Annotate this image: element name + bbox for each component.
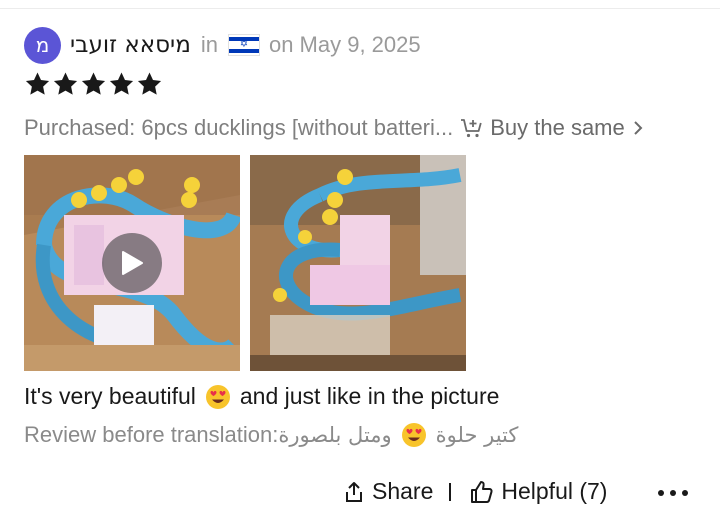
review-text: It's very beautiful and just like in the…	[24, 383, 499, 410]
in-label: in	[200, 32, 218, 57]
play-button[interactable]	[102, 233, 162, 293]
top-divider	[0, 0, 720, 9]
review-photo[interactable]	[250, 155, 466, 371]
purchased-variant: Purchased: 6pcs ducklings [without batte…	[24, 115, 454, 140]
purchased-line: Purchased: 6pcs ducklings [without batte…	[24, 113, 649, 143]
original-review-label: Review before translation:	[24, 422, 279, 447]
more-options-icon[interactable]	[658, 490, 688, 496]
star-icon	[81, 72, 106, 95]
helpful-button[interactable]: Helpful (7)	[469, 478, 607, 505]
review-media	[24, 155, 466, 371]
heart-eyes-emoji-icon	[401, 423, 426, 447]
israel-flag-icon: ✡	[227, 34, 260, 56]
original-text-part2: ومتل بلصورة	[278, 423, 392, 447]
share-label: Share	[372, 478, 434, 504]
buy-the-same-label: Buy the same	[490, 115, 625, 140]
helpful-label: Helpful (7)	[501, 478, 608, 504]
review-text-part1: It's very beautiful	[24, 383, 196, 409]
original-text-part1: كتير حلوة	[435, 423, 519, 447]
cart-add-icon	[461, 119, 482, 138]
original-review: Review before translation: ومتل بلصورة ك…	[24, 422, 518, 448]
avatar[interactable]: מ	[24, 26, 61, 64]
buy-the-same-link[interactable]: Buy the same	[460, 115, 649, 141]
reviewer-name: מיסאא זועבי	[70, 32, 191, 58]
review-text-part2: and just like in the picture	[239, 383, 500, 409]
star-icon	[137, 72, 162, 95]
play-icon	[122, 251, 143, 275]
review-video-thumbnail[interactable]	[24, 155, 240, 371]
chevron-right-icon	[634, 121, 643, 135]
review-header: מ מיסאא זועבי in ✡ on May 9, 2025	[24, 26, 421, 64]
share-button[interactable]: Share	[342, 478, 433, 505]
action-divider	[449, 482, 452, 501]
star-rating	[24, 70, 163, 98]
review-date: on May 9, 2025	[268, 32, 421, 57]
star-icon	[25, 72, 50, 95]
avatar-letter: מ	[35, 33, 50, 57]
star-icon	[53, 72, 78, 95]
share-icon	[346, 481, 362, 502]
star-icon	[109, 72, 134, 95]
review-actions: Share Helpful (7)	[342, 478, 607, 505]
heart-eyes-emoji-icon	[205, 384, 230, 409]
thumbs-up-icon	[471, 480, 493, 503]
